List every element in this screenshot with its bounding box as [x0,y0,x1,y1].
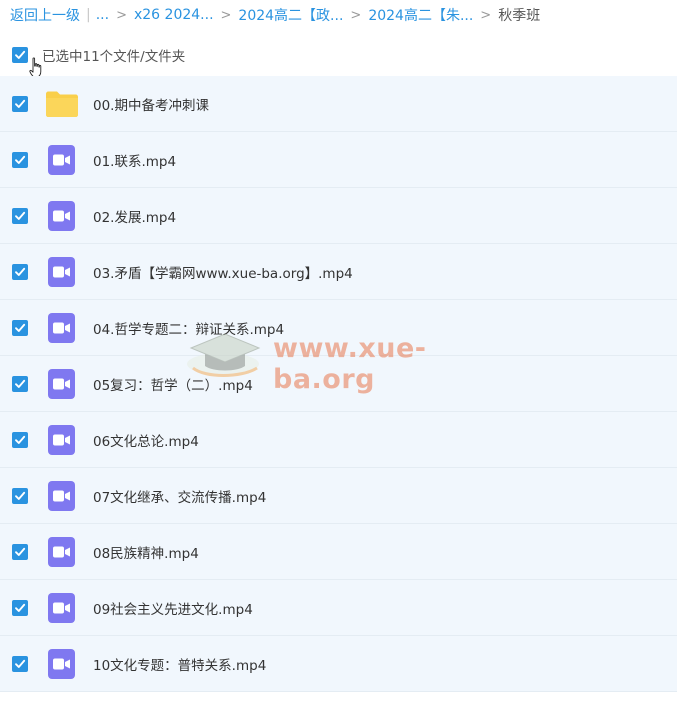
chevron-right-icon: > [480,7,492,23]
check-icon [15,155,26,164]
check-icon [15,211,26,220]
row-checkbox[interactable] [12,655,28,672]
list-item[interactable]: 08民族精神.mp4 [0,524,677,580]
file-browser: 返回上一级 | ... > x26 2024... > 2024高二【政... … [0,0,677,701]
breadcrumb-item-x26[interactable]: x26 2024... [134,7,214,23]
chevron-right-icon: > [116,7,127,23]
file-name[interactable]: 01.联系.mp4 [93,150,176,170]
check-icon [15,323,26,332]
file-name[interactable]: 07文化继承、交流传播.mp4 [93,486,266,506]
file-name[interactable]: 06文化总论.mp4 [93,430,199,450]
video-file-icon [48,425,75,455]
file-name[interactable]: 00.期中备考冲刺课 [93,94,209,114]
row-checkbox[interactable] [12,487,28,504]
breadcrumb: 返回上一级 | ... > x26 2024... > 2024高二【政... … [10,5,540,25]
check-icon [15,659,26,668]
breadcrumb-item-politics[interactable]: 2024高二【政... [238,5,343,25]
file-name[interactable]: 03.矛盾【学霸网www.xue-ba.org】.mp4 [93,262,353,282]
file-name[interactable]: 08民族精神.mp4 [93,542,199,562]
video-file-icon [48,313,75,343]
breadcrumb-item-ellipsis[interactable]: ... [96,7,109,23]
list-item[interactable]: 07文化继承、交流传播.mp4 [0,468,677,524]
check-icon [15,547,26,556]
file-name[interactable]: 05复习：哲学（二）.mp4 [93,374,253,394]
video-file-icon [48,481,75,511]
back-link[interactable]: 返回上一级 [10,5,80,25]
row-checkbox[interactable] [12,95,28,112]
breadcrumb-current: 秋季班 [498,8,541,24]
file-name[interactable]: 09社会主义先进文化.mp4 [93,598,253,618]
select-all-checkbox[interactable] [12,47,28,63]
breadcrumb-separator: | [86,7,91,23]
check-icon [15,491,26,500]
check-icon [15,603,26,612]
row-checkbox[interactable] [12,263,28,280]
check-icon [15,267,26,276]
row-checkbox[interactable] [12,207,28,224]
row-checkbox[interactable] [12,375,28,392]
row-checkbox[interactable] [12,543,28,560]
file-name[interactable]: 04.哲学专题二：辩证关系.mp4 [93,318,284,338]
list-item[interactable]: 06文化总论.mp4 [0,412,677,468]
file-list: 00.期中备考冲刺课 01.联系.mp4 02.发展.mp4 03.矛盾【学霸网… [0,76,677,692]
file-name[interactable]: 02.发展.mp4 [93,206,176,226]
video-file-icon [48,201,75,231]
video-file-icon [48,649,75,679]
chevron-right-icon: > [220,7,232,23]
list-item[interactable]: 10文化专题：普特关系.mp4 [0,636,677,692]
check-icon [15,99,26,108]
list-item[interactable]: 02.发展.mp4 [0,188,677,244]
folder-icon [46,91,78,117]
row-checkbox[interactable] [12,319,28,336]
list-item[interactable]: 05复习：哲学（二）.mp4 [0,356,677,412]
row-checkbox[interactable] [12,599,28,616]
row-checkbox[interactable] [12,431,28,448]
selection-count: 已选中11个文件/文件夹 [42,49,186,65]
check-icon [15,435,26,444]
video-file-icon [48,369,75,399]
video-file-icon [48,257,75,287]
check-icon [15,50,26,59]
video-file-icon [48,537,75,567]
list-item[interactable]: 01.联系.mp4 [0,132,677,188]
list-item[interactable]: 09社会主义先进文化.mp4 [0,580,677,636]
list-item[interactable]: 04.哲学专题二：辩证关系.mp4 [0,300,677,356]
row-checkbox[interactable] [12,151,28,168]
file-name[interactable]: 10文化专题：普特关系.mp4 [93,654,266,674]
video-file-icon [48,145,75,175]
list-item[interactable]: 00.期中备考冲刺课 [0,76,677,132]
breadcrumb-item-zhu[interactable]: 2024高二【朱... [368,5,473,25]
chevron-right-icon: > [350,7,362,23]
check-icon [15,379,26,388]
video-file-icon [48,593,75,623]
list-item[interactable]: 03.矛盾【学霸网www.xue-ba.org】.mp4 [0,244,677,300]
